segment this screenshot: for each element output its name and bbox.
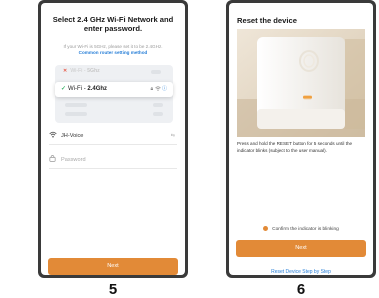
next-button[interactable]: Next bbox=[48, 258, 178, 275]
placeholder-bar bbox=[151, 70, 161, 74]
check-circle-icon bbox=[263, 226, 269, 231]
reset-instructions: Press and hold the RESET button for 5 se… bbox=[237, 141, 353, 153]
page-title: Select 2.4 GHz Wi-Fi Network and enter p… bbox=[52, 15, 174, 34]
phone-frame-step-5: Select 2.4 GHz Wi-Fi Network and enter p… bbox=[38, 0, 188, 278]
confirm-label: Confirm the indicator is blinking bbox=[272, 227, 339, 232]
wifi-network-list: ✕ Wi-Fi - 5Ghz ✓ Wi-Fi - 2.4Ghz 🔒︎ ⓘ bbox=[55, 65, 173, 123]
cross-icon: ✕ bbox=[63, 68, 68, 74]
wifi-row-icons: 🔒︎ ⓘ bbox=[151, 82, 167, 97]
lock-icon bbox=[49, 153, 61, 168]
phone-frame-step-6: Reset the device Press and hold the RESE… bbox=[226, 0, 376, 278]
next-button[interactable]: Next bbox=[236, 240, 366, 257]
page-title: Reset the device bbox=[237, 16, 297, 25]
device-photo bbox=[237, 29, 365, 137]
wifi-24ghz-row[interactable]: ✓ Wi-Fi - 2.4Ghz 🔒︎ ⓘ bbox=[55, 82, 173, 97]
check-icon: ✓ bbox=[61, 86, 67, 92]
wifi-setup-screen: Select 2.4 GHz Wi-Fi Network and enter p… bbox=[41, 3, 185, 275]
wifi-name-value: JH-Voice bbox=[61, 133, 84, 139]
wifi-24ghz-band: 2.4Ghz bbox=[87, 86, 108, 92]
reset-device-screen: Reset the device Press and hold the RESE… bbox=[229, 3, 373, 275]
reset-step-by-step-link[interactable]: Reset Device Step by Step bbox=[229, 269, 373, 275]
placeholder-bar bbox=[65, 103, 87, 107]
wifi-signal-icon bbox=[154, 86, 161, 91]
wifi-24ghz-prefix: Wi-Fi - bbox=[68, 86, 88, 92]
swap-icon[interactable]: ⇆ bbox=[171, 129, 175, 144]
wifi-5ghz-row[interactable]: ✕ Wi-Fi - 5Ghz bbox=[63, 68, 165, 78]
lock-icon: 🔒︎ bbox=[150, 86, 154, 92]
placeholder-bar bbox=[153, 103, 163, 107]
step-number-5: 5 bbox=[108, 281, 118, 298]
router-setting-link[interactable]: Common router setting method bbox=[47, 50, 179, 56]
info-icon[interactable]: ⓘ bbox=[162, 86, 167, 92]
router-illustration bbox=[237, 29, 365, 137]
placeholder-bar bbox=[153, 112, 163, 116]
wifi-5ghz-band: 5Ghz bbox=[87, 68, 100, 74]
wifi-name-field[interactable]: JH-Voice ⇆ bbox=[49, 129, 177, 145]
wifi-5ghz-prefix: Wi-Fi - bbox=[70, 68, 88, 74]
page-subtitle: If your Wi-Fi is 5GHz, please set it to … bbox=[47, 44, 179, 56]
password-placeholder: Password bbox=[61, 157, 86, 163]
wifi-icon bbox=[49, 129, 61, 144]
placeholder-bar bbox=[65, 112, 87, 116]
password-field[interactable]: Password bbox=[49, 153, 177, 169]
step-number-6: 6 bbox=[296, 281, 306, 298]
confirm-checkbox[interactable]: Confirm the indicator is blinking bbox=[229, 226, 373, 232]
